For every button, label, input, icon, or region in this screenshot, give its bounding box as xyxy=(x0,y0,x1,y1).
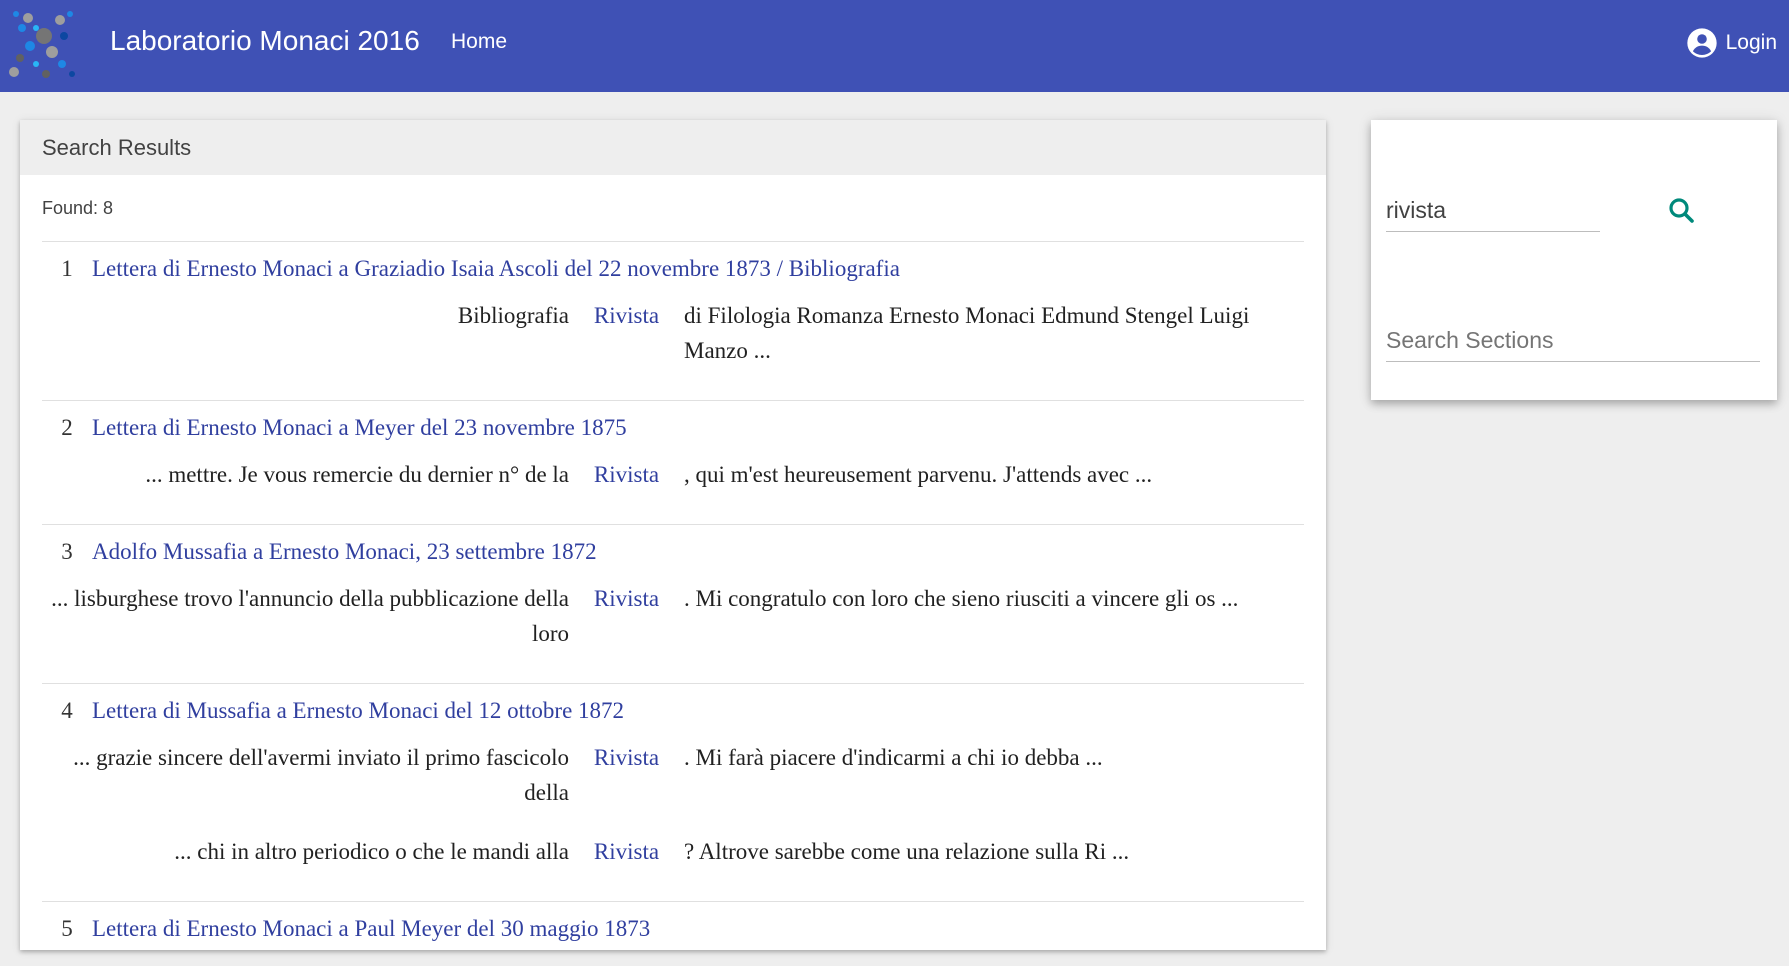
snippet-after: . Mi farà piacere d'indicarmi a chi io d… xyxy=(684,745,1103,770)
snippet-before: ... grazie sincere dell'avermi inviato i… xyxy=(73,745,569,805)
result-item: 3 Adolfo Mussafia a Ernesto Monaci, 23 s… xyxy=(42,525,1304,684)
snippet-after: ? Altrove sarebbe come una relazione sul… xyxy=(684,839,1130,864)
app-bar: Laboratorio Monaci 2016 Home Login xyxy=(0,0,1789,92)
account-circle-icon xyxy=(1686,28,1717,58)
snippet-after: . Mi congratulo con loro che sieno riusc… xyxy=(684,586,1239,611)
snippet-match: Rivista xyxy=(593,462,660,487)
result-item: 1 Lettera di Ernesto Monaci a Graziadio … xyxy=(42,242,1304,401)
results-list: Found: 8 1 Lettera di Ernesto Monaci a G… xyxy=(20,175,1326,966)
snippet-before: Bibliografia xyxy=(457,303,569,328)
search-icon[interactable] xyxy=(1661,190,1703,232)
login-label: Login xyxy=(1725,31,1777,54)
result-title-link[interactable]: Adolfo Mussafia a Ernesto Monaci, 23 set… xyxy=(92,539,597,565)
search-sections-input[interactable] xyxy=(1386,320,1760,362)
results-heading: Search Results xyxy=(20,120,1326,175)
result-title-link[interactable]: Lettera di Ernesto Monaci a Paul Meyer d… xyxy=(92,916,650,942)
result-item: 4 Lettera di Mussafia a Ernesto Monaci d… xyxy=(42,684,1304,902)
nav-home-link[interactable]: Home xyxy=(451,30,507,54)
result-item: 5 Lettera di Ernesto Monaci a Paul Meyer… xyxy=(42,902,1304,966)
result-snippet: ... chi in altro periodico o che le mand… xyxy=(42,834,1304,893)
result-snippet: ... lisburghese trovo l'annuncio della p… xyxy=(42,581,1304,675)
login-button[interactable]: Login xyxy=(1686,27,1777,59)
snippet-match: Rivista xyxy=(593,303,660,328)
snippet-before: ... chi in altro periodico o che le mand… xyxy=(174,839,569,864)
result-snippet: ... mettre. Je vous remercie du dernier … xyxy=(42,457,1304,516)
result-snippet: Bibliografia Rivista di Filologia Romanz… xyxy=(42,298,1304,392)
snippet-match: Rivista xyxy=(593,745,660,770)
snippet-match: Rivista xyxy=(593,839,660,864)
result-title-link[interactable]: Lettera di Ernesto Monaci a Meyer del 23… xyxy=(92,415,627,441)
result-number: 5 xyxy=(61,916,73,941)
app-title[interactable]: Laboratorio Monaci 2016 xyxy=(110,25,420,57)
snippet-before: ... mettre. Je vous remercie du dernier … xyxy=(145,462,569,487)
snippet-after: , qui m'est heureusement parvenu. J'atte… xyxy=(684,462,1153,487)
search-results-card: Search Results Found: 8 1 Lettera di Ern… xyxy=(20,120,1326,950)
snippet-after: di Filologia Romanza Ernesto Monaci Edmu… xyxy=(684,303,1250,363)
result-number: 2 xyxy=(61,415,73,440)
search-input[interactable] xyxy=(1386,190,1600,232)
results-count: Found: 8 xyxy=(42,175,1304,242)
result-number: 1 xyxy=(61,256,73,281)
result-number: 4 xyxy=(61,698,73,723)
logo-icon[interactable] xyxy=(6,6,80,82)
result-title-link[interactable]: Lettera di Ernesto Monaci a Graziadio Is… xyxy=(92,256,900,282)
result-item: 2 Lettera di Ernesto Monaci a Meyer del … xyxy=(42,401,1304,525)
snippet-before: ... lisburghese trovo l'annuncio della p… xyxy=(51,586,569,646)
result-snippet: ... grazie sincere dell'avermi inviato i… xyxy=(42,740,1304,834)
result-number: 3 xyxy=(61,539,73,564)
search-panel xyxy=(1371,120,1777,400)
snippet-match: Rivista xyxy=(593,586,660,611)
result-title-link[interactable]: Lettera di Mussafia a Ernesto Monaci del… xyxy=(92,698,624,724)
